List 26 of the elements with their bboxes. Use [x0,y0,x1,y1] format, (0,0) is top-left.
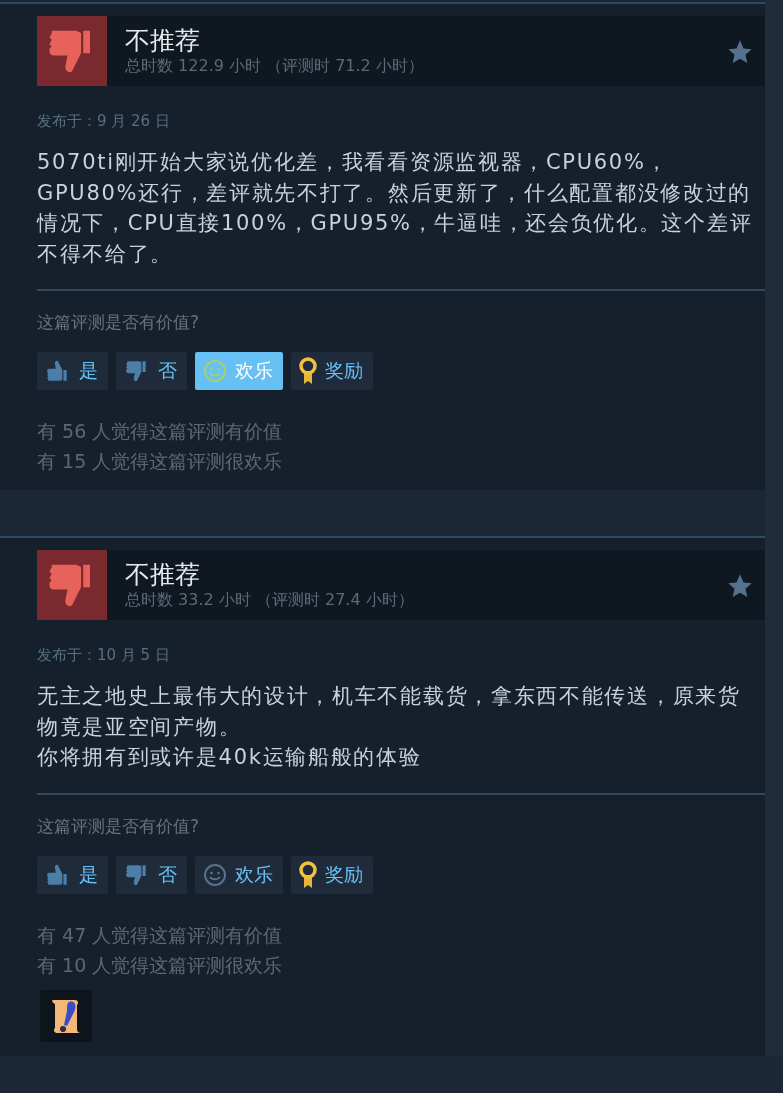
vote-count-text: 有 56 人觉得这篇评测有价值 [37,419,284,444]
post-date: 发布于：9 月 26 日 [37,112,171,131]
playtime-text: 总时数 33.2 小时 （评测时 27.4 小时） [125,590,414,610]
smiley-icon [203,359,227,383]
medal-icon [299,860,317,889]
review-verdict: 不推荐 [125,560,201,590]
review-text: 你将拥有到或许是40k运输船般的体验 [37,744,423,771]
post-date: 发布于：10 月 5 日 [37,646,171,665]
vote-count-text: 有 10 人觉得这篇评测很欢乐 [37,952,284,978]
rate-button[interactable]: 奖励 [291,352,373,390]
rate-button[interactable]: 是 [37,855,108,894]
helpful-question: 这篇评测是否有价值? [37,814,201,838]
smiley-icon [203,862,227,887]
rate-button[interactable]: 欢乐 [195,855,283,894]
helpful-question: 这篇评测是否有价值? [37,311,201,334]
review-text: 无主之地史上最伟大的设计，机车不能载货，拿东西不能传送，原来货物竟是亚空间产物。 [37,683,742,741]
review-verdict: 不推荐 [125,26,201,56]
rate-button[interactable]: 否 [116,855,187,894]
rate-button[interactable]: 否 [116,352,187,390]
rate-button[interactable]: 是 [37,352,108,390]
medal-icon [299,357,317,385]
vote-count-text: 有 15 人觉得这篇评测很欢乐 [37,449,284,474]
playtime-text: 总时数 122.9 小时 （评测时 71.2 小时） [125,56,424,76]
vote-count-text: 有 47 人觉得这篇评测有价值 [37,922,284,948]
rate-button[interactable]: 奖励 [291,855,373,894]
review-text: 5070ti刚开始大家说优化差，我看看资源监视器，CPU60%，GPU80%还行，差评就先不打了。然后更新了，什么配置都没修改过的情况下，CPU直接100%，GPU95%，牛逼哇，还会负优化。这个差评不得不给了。 [37,149,754,268]
